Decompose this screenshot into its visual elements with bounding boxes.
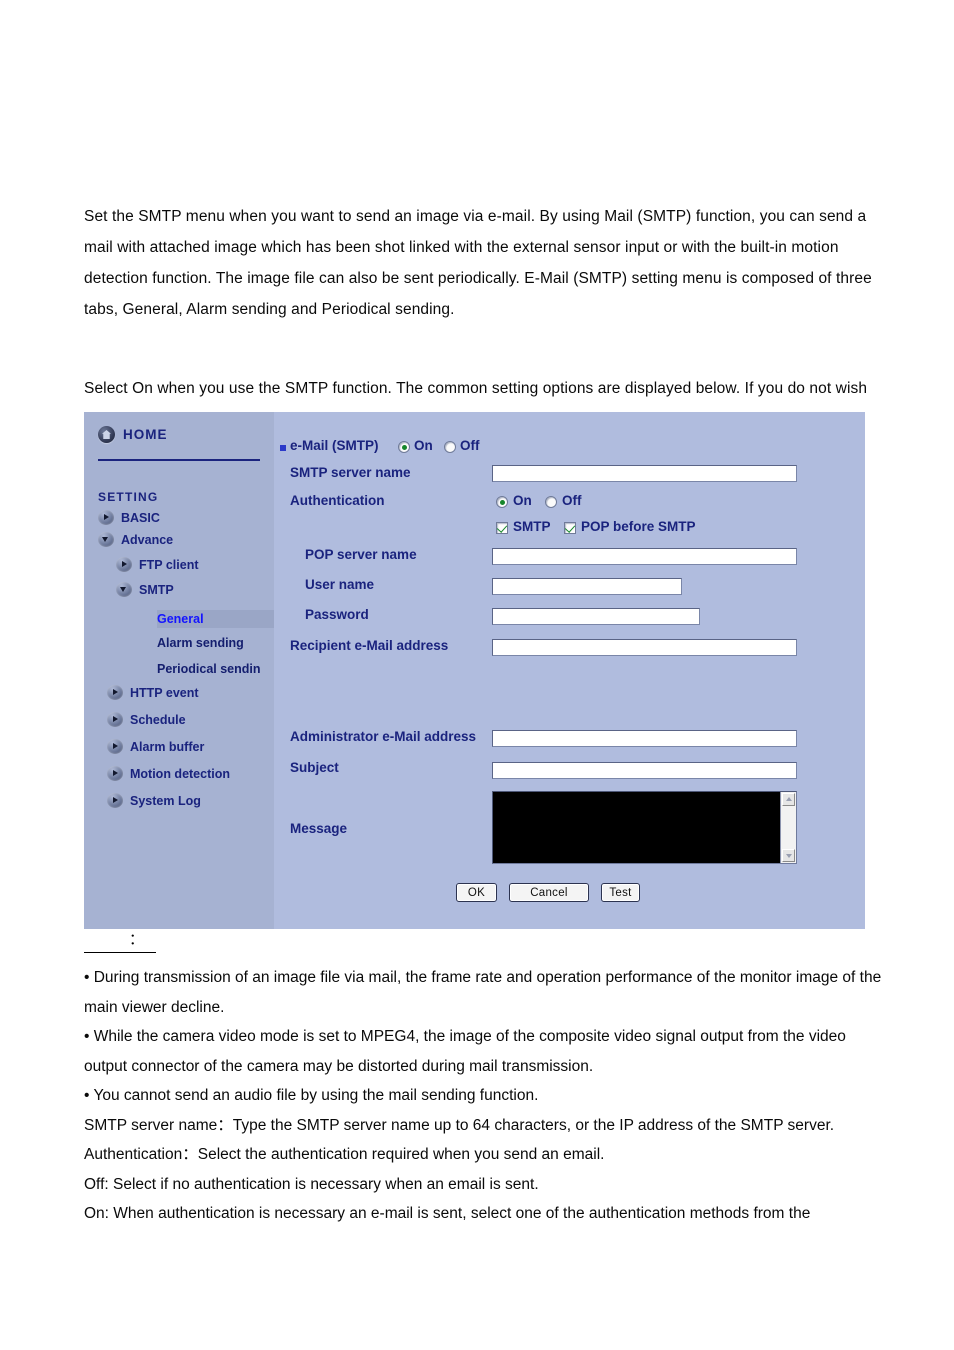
subject-input[interactable] — [492, 762, 797, 779]
email-smtp-title: e-Mail (SMTP) — [290, 438, 379, 453]
password-label: Password — [305, 607, 369, 622]
note-item: • You cannot send an audio file by using… — [84, 1087, 539, 1104]
note-item: On: When authentication is necessary an … — [84, 1205, 811, 1222]
recipient-email-label: Recipient e-Mail address — [290, 638, 449, 653]
right-arrow-icon — [107, 793, 123, 808]
message-label: Message — [290, 821, 348, 836]
sidebar-item-label: BASIC — [121, 510, 160, 525]
sidebar-item-http-event[interactable]: HTTP event — [107, 685, 199, 700]
administrator-email-input[interactable] — [492, 730, 797, 747]
subject-label: Subject — [290, 760, 339, 775]
sidebar-item-advance[interactable]: Advance — [98, 532, 173, 547]
sidebar-item-schedule[interactable]: Schedule — [107, 712, 186, 727]
sidebar-divider — [98, 459, 260, 461]
note-heading: ： — [84, 930, 156, 953]
sidebar-item-basic[interactable]: BASIC — [98, 510, 160, 525]
sidebar-item-smtp[interactable]: SMTP — [116, 582, 174, 597]
down-arrow-icon — [98, 532, 114, 547]
message-textarea[interactable] — [492, 791, 797, 864]
note-item: Off: Select if no authentication is nece… — [84, 1175, 539, 1193]
right-arrow-icon — [98, 510, 114, 525]
note-item: Authentication：Select the authentication… — [84, 1146, 605, 1163]
email-smtp-on-label: On — [414, 438, 433, 453]
smtp-checkbox-label: SMTP — [513, 519, 551, 534]
sidebar-item-label: Alarm buffer — [130, 739, 205, 754]
pop-before-smtp-checkbox[interactable] — [564, 522, 576, 534]
smtp-server-name-label: SMTP server name — [290, 465, 411, 480]
sidebar-subtab-alarm-sending[interactable]: Alarm sending — [157, 636, 244, 650]
pop-server-name-input[interactable] — [492, 548, 797, 565]
home-icon — [98, 426, 115, 443]
sidebar-item-label: FTP client — [139, 557, 199, 572]
sidebar-item-label: Schedule — [130, 712, 186, 727]
pop-before-smtp-label: POP before SMTP — [581, 519, 696, 534]
sidebar-item-label: SMTP — [139, 582, 174, 597]
sidebar-item-ftp-client[interactable]: FTP client — [116, 557, 199, 572]
sidebar-item-label: HTTP event — [130, 685, 199, 700]
sidebar-item-home[interactable]: HOME — [98, 426, 168, 443]
pop-server-name-label: POP server name — [305, 547, 417, 562]
recipient-email-input[interactable] — [492, 639, 797, 656]
right-arrow-icon — [116, 557, 132, 572]
camera-settings-panel: HOME SETTING BASIC Advance FTP client SM… — [84, 412, 865, 929]
scroll-down-icon[interactable] — [782, 849, 795, 862]
right-arrow-icon — [107, 685, 123, 700]
email-smtp-on-radio[interactable] — [398, 441, 410, 453]
home-label: HOME — [123, 427, 168, 442]
sidebar-item-system-log[interactable]: System Log — [107, 793, 201, 808]
sidebar-section-setting: SETTING — [98, 490, 159, 504]
authentication-off-label: Off — [562, 493, 582, 508]
password-input[interactable] — [492, 608, 700, 625]
authentication-on-label: On — [513, 493, 532, 508]
right-arrow-icon — [107, 712, 123, 727]
scroll-up-icon[interactable] — [782, 793, 795, 806]
user-name-label: User name — [305, 577, 375, 592]
cancel-button[interactable]: Cancel — [509, 883, 589, 902]
note-item: • While the camera video mode is set to … — [84, 1028, 846, 1075]
email-smtp-off-radio[interactable] — [444, 441, 456, 453]
user-name-input[interactable] — [492, 578, 682, 595]
sidebar-item-label: System Log — [130, 793, 201, 808]
note-heading-colon: ： — [129, 931, 145, 948]
email-smtp-off-label: Off — [460, 438, 480, 453]
note-item: SMTP server name：Type the SMTP server na… — [84, 1116, 835, 1134]
document-page: Set the SMTP menu when you want to send … — [0, 0, 954, 1350]
test-button[interactable]: Test — [601, 883, 640, 902]
message-scrollbar[interactable] — [780, 792, 796, 863]
right-arrow-icon — [107, 739, 123, 754]
section-bullet-icon — [280, 445, 286, 451]
sidebar-item-label: Motion detection — [130, 766, 230, 781]
down-arrow-icon — [116, 582, 132, 597]
notes-list: • During transmission of an image file v… — [84, 963, 890, 1229]
authentication-label: Authentication — [290, 493, 385, 508]
ok-button[interactable]: OK — [456, 883, 497, 902]
sidebar-subtab-general[interactable]: General — [157, 610, 274, 628]
sidebar-item-label: Advance — [121, 532, 174, 547]
intro-paragraph: Set the SMTP menu when you want to send … — [84, 207, 872, 318]
authentication-on-radio[interactable] — [496, 496, 508, 508]
sidebar-item-alarm-buffer[interactable]: Alarm buffer — [107, 739, 204, 754]
smtp-general-form: e-Mail (SMTP) On Off SMTP server name Au… — [274, 412, 865, 929]
right-arrow-icon — [107, 766, 123, 781]
authentication-off-radio[interactable] — [545, 496, 557, 508]
note-item: • During transmission of an image file v… — [84, 969, 882, 1016]
smtp-checkbox[interactable] — [496, 522, 508, 534]
sidebar-subtab-periodical-sending[interactable]: Periodical sendin — [157, 662, 261, 676]
sidebar-item-motion-detection[interactable]: Motion detection — [107, 766, 230, 781]
smtp-server-name-input[interactable] — [492, 465, 797, 482]
settings-sidebar: HOME SETTING BASIC Advance FTP client SM… — [84, 412, 274, 929]
administrator-email-label: Administrator e-Mail address — [290, 729, 477, 744]
